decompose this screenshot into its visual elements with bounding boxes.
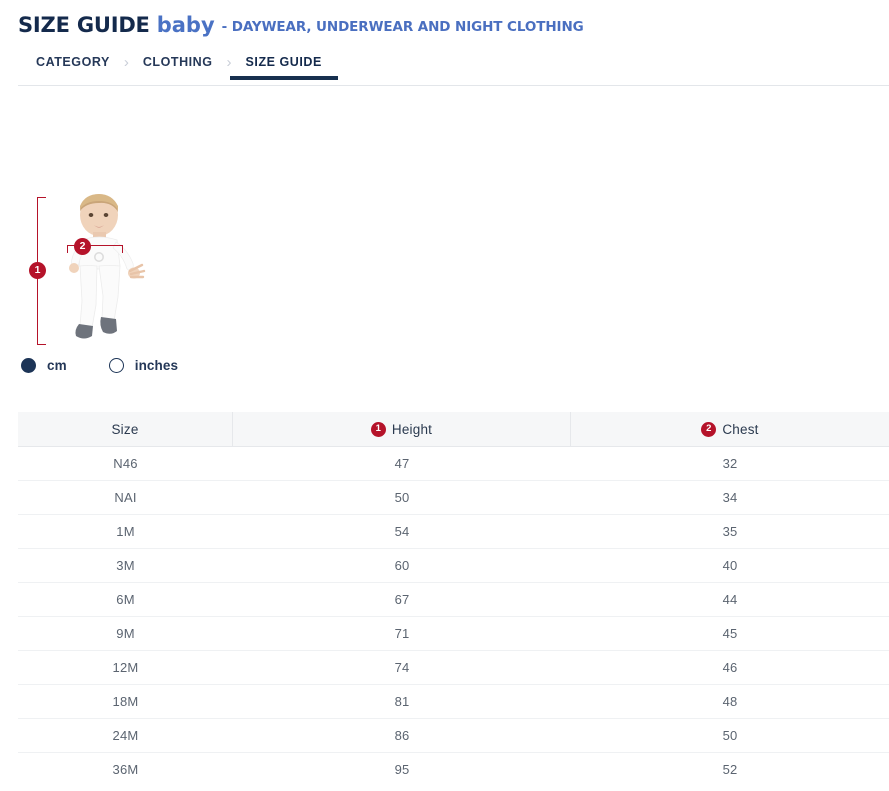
table-row: 1M5435 xyxy=(18,515,889,549)
marker-1-height: 1 xyxy=(29,262,46,279)
unit-label-inches: inches xyxy=(135,358,178,373)
table-row: 18M8148 xyxy=(18,685,889,719)
baby-photo xyxy=(56,193,152,348)
size-guide-page: SIZE GUIDE baby - DAYWEAR, UNDERWEAR AND… xyxy=(0,0,889,791)
cell-size: 36M xyxy=(18,753,233,786)
cell-size: 3M xyxy=(18,549,233,582)
table-row: 12M7446 xyxy=(18,651,889,685)
table-row: 6M6744 xyxy=(18,583,889,617)
cell-size: 24M xyxy=(18,719,233,752)
page-title-category: baby xyxy=(157,13,215,37)
cell-chest: 35 xyxy=(571,515,889,548)
cell-chest: 52 xyxy=(571,753,889,786)
cell-height: 47 xyxy=(233,447,571,480)
breadcrumb: CATEGORY › CLOTHING › SIZE GUIDE xyxy=(18,50,871,86)
cell-size: NAI xyxy=(18,481,233,514)
breadcrumb-divider xyxy=(18,85,889,86)
table-row: 36M9552 xyxy=(18,753,889,786)
cell-height: 81 xyxy=(233,685,571,718)
unit-selector: cm inches xyxy=(21,358,220,373)
table-row: 24M8650 xyxy=(18,719,889,753)
page-title-subtitle: - DAYWEAR, UNDERWEAR AND NIGHT CLOTHING xyxy=(222,19,584,35)
column-header-size: Size xyxy=(18,412,233,446)
cell-height: 60 xyxy=(233,549,571,582)
cell-height: 67 xyxy=(233,583,571,616)
table-row: NAI5034 xyxy=(18,481,889,515)
cell-chest: 50 xyxy=(571,719,889,752)
radio-inches[interactable] xyxy=(109,358,124,373)
breadcrumb-item-size-guide[interactable]: SIZE GUIDE xyxy=(246,56,322,81)
cell-size: 18M xyxy=(18,685,233,718)
column-header-chest-label: Chest xyxy=(722,422,758,437)
column-header-height-label: Height xyxy=(392,422,432,437)
breadcrumb-item-clothing[interactable]: CLOTHING xyxy=(143,56,213,81)
cell-chest: 34 xyxy=(571,481,889,514)
column-header-chest: 2 Chest xyxy=(571,412,889,446)
page-title-main: SIZE GUIDE xyxy=(18,13,150,37)
chevron-right-icon: › xyxy=(124,55,129,82)
cell-chest: 45 xyxy=(571,617,889,650)
table-row: N464732 xyxy=(18,447,889,481)
table-row: 9M7145 xyxy=(18,617,889,651)
measurement-illustration: 1 2 xyxy=(18,185,198,355)
cell-chest: 44 xyxy=(571,583,889,616)
breadcrumb-item-category[interactable]: CATEGORY xyxy=(36,56,110,81)
cell-height: 74 xyxy=(233,651,571,684)
marker-2-chest: 2 xyxy=(74,238,91,255)
page-title: SIZE GUIDE baby - DAYWEAR, UNDERWEAR AND… xyxy=(18,13,584,37)
cell-size: 9M xyxy=(18,617,233,650)
unit-label-cm: cm xyxy=(47,358,67,373)
cell-height: 86 xyxy=(233,719,571,752)
cell-height: 95 xyxy=(233,753,571,786)
cell-size: 6M xyxy=(18,583,233,616)
table-row: 3M6040 xyxy=(18,549,889,583)
badge-2-icon: 2 xyxy=(701,422,716,437)
table-body: N464732NAI50341M54353M60406M67449M714512… xyxy=(18,447,889,786)
table-header-row: Size 1 Height 2 Chest xyxy=(18,412,889,447)
cell-size: N46 xyxy=(18,447,233,480)
cell-chest: 40 xyxy=(571,549,889,582)
cell-height: 54 xyxy=(233,515,571,548)
cell-chest: 46 xyxy=(571,651,889,684)
badge-1-icon: 1 xyxy=(371,422,386,437)
cell-chest: 48 xyxy=(571,685,889,718)
cell-height: 71 xyxy=(233,617,571,650)
size-table: Size 1 Height 2 Chest N464732NAI50341M54… xyxy=(18,412,889,786)
unit-option-cm[interactable]: cm xyxy=(21,358,67,373)
unit-option-inches[interactable]: inches xyxy=(109,358,178,373)
cell-size: 12M xyxy=(18,651,233,684)
cell-size: 1M xyxy=(18,515,233,548)
column-header-height: 1 Height xyxy=(233,412,571,446)
cell-chest: 32 xyxy=(571,447,889,480)
radio-cm[interactable] xyxy=(21,358,36,373)
cell-height: 50 xyxy=(233,481,571,514)
